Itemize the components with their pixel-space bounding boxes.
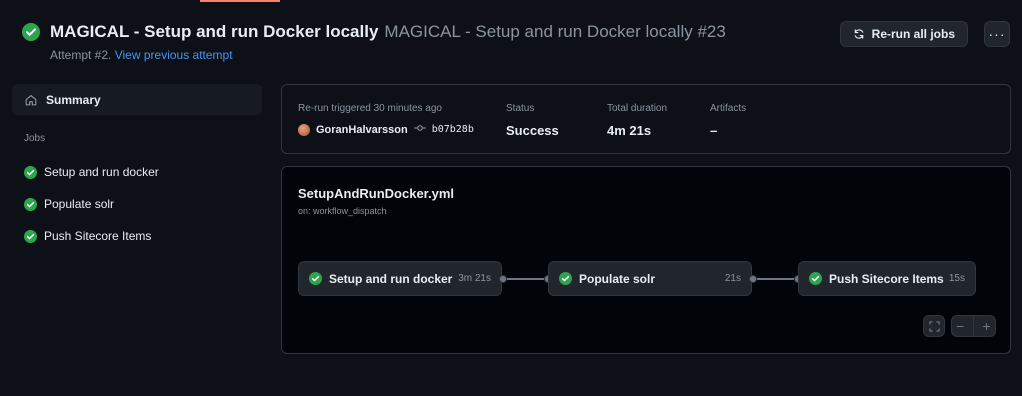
zoom-divider: [972, 316, 974, 336]
graph-job-duration: 15s: [948, 273, 965, 284]
graph-connector-dot: [749, 275, 757, 283]
sidebar-job-push-sitecore-items[interactable]: Push Sitecore Items: [12, 220, 262, 252]
graph-job-label: Push Sitecore Items: [829, 271, 944, 286]
attempt-info: Attempt #2. View previous attempt: [50, 48, 1010, 62]
sidebar-job-populate-solr[interactable]: Populate solr: [12, 188, 262, 220]
run-title: MAGICAL - Setup and run Docker locally: [50, 22, 379, 41]
artifacts-column: Artifacts –: [710, 103, 746, 138]
fullscreen-button[interactable]: [923, 315, 945, 337]
rerun-all-jobs-button[interactable]: Re-run all jobs: [839, 21, 968, 47]
sidebar-job-setup-and-run-docker[interactable]: Setup and run docker: [12, 156, 262, 188]
graph-job-setup-and-run-docker[interactable]: Setup and run docker 3m 21s: [298, 261, 502, 296]
workflow-trigger: on: workflow_dispatch: [298, 206, 387, 216]
workflow-graph: SetupAndRunDocker.yml on: workflow_dispa…: [281, 166, 1011, 354]
success-check-icon: [24, 229, 37, 243]
success-check-icon: [24, 197, 37, 211]
jobs-heading: Jobs: [24, 133, 46, 144]
graph-job-label: Setup and run docker: [329, 271, 453, 286]
more-options-button[interactable]: ···: [984, 21, 1010, 47]
success-check-icon: [24, 165, 37, 179]
duration-value: 4m 21s: [607, 123, 652, 138]
commit-sha-link[interactable]: b07b28b: [432, 124, 474, 135]
graph-connector-dot: [499, 275, 507, 283]
rerun-label: Re-run all jobs: [871, 27, 955, 41]
git-commit-icon: [413, 123, 426, 136]
zoom-in-button[interactable]: +: [983, 318, 991, 334]
graph-job-populate-solr[interactable]: Populate solr 21s: [548, 261, 752, 296]
run-summary-card: Re-run triggered 30 minutes ago GoranHal…: [281, 84, 1011, 154]
sidebar-item-summary[interactable]: Summary: [12, 84, 262, 115]
fullscreen-icon: [928, 320, 940, 332]
sidebar: Summary Jobs Setup and run docker Popula…: [12, 84, 262, 252]
active-tab-indicator: [200, 0, 280, 2]
home-icon: [25, 94, 37, 105]
kebab-icon: ···: [988, 26, 1006, 42]
success-check-icon: [809, 272, 822, 285]
status-column: Status Success: [506, 103, 559, 138]
workflow-file-name[interactable]: SetupAndRunDocker.yml: [298, 186, 454, 201]
actor-link[interactable]: GoranHalvarsson: [316, 124, 408, 136]
trigger-value: GoranHalvarsson b07b28b: [298, 123, 474, 136]
success-check-icon: [22, 23, 40, 41]
job-label: Push Sitecore Items: [44, 229, 152, 243]
status-value: Success: [506, 123, 559, 138]
job-label: Populate solr: [44, 197, 115, 211]
attempt-text: Attempt #2.: [50, 48, 112, 62]
graph-job-duration: 3m 21s: [458, 273, 491, 284]
success-check-icon: [309, 272, 322, 285]
run-header: MAGICAL - Setup and run Docker locally MA…: [22, 21, 1010, 66]
view-previous-attempt-link[interactable]: View previous attempt: [115, 48, 233, 62]
graph-job-label: Populate solr: [579, 271, 656, 286]
duration-column: Total duration 4m 21s: [607, 103, 667, 138]
duration-label: Total duration: [607, 103, 668, 114]
avatar: [298, 123, 310, 136]
artifacts-value: –: [710, 123, 718, 138]
graph-job-push-sitecore-items[interactable]: Push Sitecore Items 15s: [798, 261, 976, 296]
job-list: Setup and run docker Populate solr Push …: [12, 156, 262, 252]
artifacts-label: Artifacts: [710, 103, 747, 114]
run-subtitle: MAGICAL - Setup and run Docker locally #…: [384, 22, 726, 41]
sync-icon: [854, 29, 863, 39]
graph-edge: [757, 278, 794, 280]
success-check-icon: [559, 272, 572, 285]
graph-edge: [507, 278, 544, 280]
trigger-column: Re-run triggered 30 minutes ago GoranHal…: [298, 103, 474, 136]
zoom-out-button[interactable]: −: [956, 318, 964, 334]
graph-job-duration: 21s: [724, 273, 741, 284]
job-label: Setup and run docker: [44, 165, 159, 179]
status-label: Status: [506, 103, 535, 114]
summary-label: Summary: [46, 92, 101, 107]
trigger-label: Re-run triggered 30 minutes ago: [298, 103, 442, 114]
zoom-controls: − +: [951, 315, 996, 337]
